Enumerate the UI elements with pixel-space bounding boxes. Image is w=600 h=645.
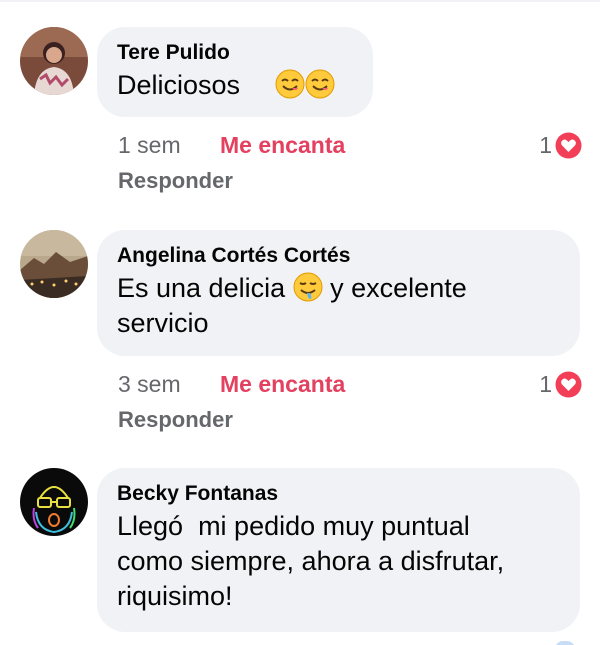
drooling-face-icon [293,272,323,302]
avatar-angelina-cortes-icon [20,230,88,298]
comment-meta: 3 sem Me encanta 1 [118,369,583,399]
avatar-tere-pulido-icon [20,27,88,95]
comment-bubble: Angelina Cortés Cortés Es una delicia y … [97,230,580,356]
comment-text-content: y excelente [330,273,467,303]
reaction-button[interactable]: Me encanta [220,130,345,160]
heart-reaction-icon[interactable] [555,371,582,398]
heart-reaction-icon[interactable] [555,132,582,159]
reaction-indicator [555,641,575,645]
reply-button[interactable]: Responder [118,167,233,195]
reaction-count[interactable]: 1 [530,369,552,399]
avatar[interactable] [20,230,88,298]
comment-author[interactable]: Becky Fontanas [117,481,560,507]
avatar[interactable] [20,468,88,536]
reply-button[interactable]: Responder [118,406,233,434]
reaction-count[interactable]: 1 [530,130,552,160]
comment-author[interactable]: Angelina Cortés Cortés [117,243,560,269]
comment-author[interactable]: Tere Pulido [117,40,353,66]
comment-text: Deliciosos [117,68,353,103]
comment-text-line: Llegó mi pedido muy puntual [117,511,470,541]
comment-bubble: Becky Fontanas Llegó mi pedido muy puntu… [97,468,580,632]
smiling-face-savoring-food-icon [275,69,305,99]
comment-text-line: como siempre, ahora a disfrutar, [117,546,505,576]
avatar[interactable] [20,27,88,95]
divider [0,0,600,2]
comment-text-content: Es una delicia [117,273,286,303]
comment-text: Es una delicia y excelente [117,271,560,306]
comment-meta: 1 sem Me encanta 1 [118,130,583,160]
comment-bubble: Tere Pulido Deliciosos [97,27,373,117]
comment-text-content: Deliciosos [117,70,241,100]
comment-timestamp[interactable]: 3 sem [118,369,181,399]
avatar-becky-fontanas-icon [20,468,88,536]
smiling-face-savoring-food-icon [305,69,335,99]
comment-text-line: servicio [117,308,209,338]
comment-timestamp[interactable]: 1 sem [118,130,181,160]
comment-text-line: riquisimo! [117,581,233,611]
reaction-button[interactable]: Me encanta [220,369,345,399]
comments-feed: Tere Pulido Deliciosos 1 sem Me encanta … [0,0,600,645]
